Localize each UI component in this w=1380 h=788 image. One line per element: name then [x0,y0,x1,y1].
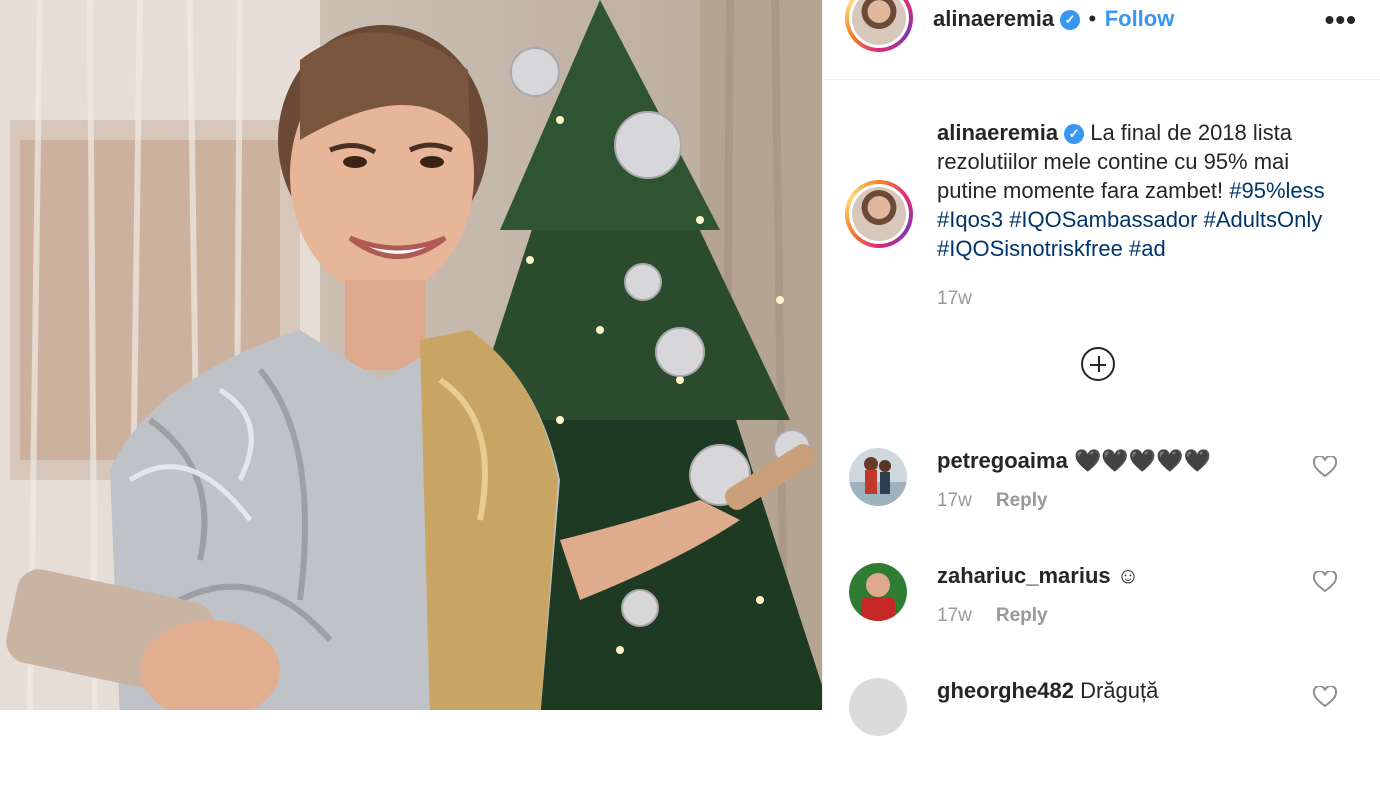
caption-timestamp[interactable]: 17w [937,288,972,310]
comment-text-row: gheorghe482 Drăguță [937,678,1297,704]
commenter-avatar[interactable] [849,563,907,621]
comment-timestamp[interactable]: 17w [937,605,972,626]
reply-button[interactable]: Reply [996,605,1048,626]
photo-illustration [0,0,822,710]
author-avatar[interactable] [845,0,913,52]
hashtag-link[interactable]: #IQOSambassador [1009,207,1197,232]
header-username[interactable]: alinaeremia [933,6,1054,31]
comment-item: petregoaima 🖤🖤🖤🖤🖤 17w Reply [823,448,1380,558]
heart-icon[interactable] [1313,456,1337,478]
comment-text-row: zahariuc_marius ☺ [937,563,1297,589]
header-separator: • [1088,6,1097,31]
comment-text: 🖤🖤🖤🖤🖤 [1073,448,1211,473]
comment-timestamp[interactable]: 17w [937,490,972,511]
comment-item: zahariuc_marius ☺ 17w Reply [823,563,1380,673]
post-side-panel: alinaeremia ✓ • Follow ••• alinaeremia ✓ L… [822,0,1380,736]
plus-circle-icon[interactable] [1081,347,1115,381]
comment-username[interactable]: zahariuc_marius [937,563,1111,588]
comment-meta: 17w Reply [937,605,1048,627]
reply-button[interactable]: Reply [996,490,1048,511]
hashtag-link[interactable]: #ad [1129,236,1166,261]
heart-icon[interactable] [1313,686,1337,708]
commenter-avatar[interactable] [849,678,907,736]
caption-avatar[interactable] [845,180,913,248]
comment-text: ☺ [1116,563,1140,588]
header-user-row: alinaeremia ✓ • Follow [933,6,1174,32]
comment-item: gheorghe482 Drăguță [823,678,1380,788]
commenter-avatar[interactable] [849,448,907,506]
hashtag-link[interactable]: #Iqos3 [937,207,1003,232]
comment-username[interactable]: petregoaima [937,448,1068,473]
comment-meta: 17w Reply [937,490,1048,512]
verified-badge-icon: ✓ [1060,10,1081,30]
hashtag-link[interactable]: #IQOSisnotriskfree [937,236,1123,261]
comment-text: Drăguță [1080,678,1159,703]
follow-button[interactable]: Follow [1105,6,1175,31]
caption-username[interactable]: alinaeremia [937,120,1058,145]
more-options-icon[interactable]: ••• [1325,4,1357,36]
post-header: alinaeremia ✓ • Follow ••• [823,0,1380,80]
heart-icon[interactable] [1313,571,1337,593]
verified-badge-icon: ✓ [1064,124,1085,144]
hashtag-link[interactable]: #AdultsOnly [1204,207,1323,232]
comment-text-row: petregoaima 🖤🖤🖤🖤🖤 [937,448,1297,474]
post-caption: alinaeremia ✓ La final de 2018 lista rezo… [937,118,1337,263]
post-photo[interactable] [0,0,822,710]
hashtag-link[interactable]: #95%less [1229,178,1324,203]
comment-username[interactable]: gheorghe482 [937,678,1074,703]
